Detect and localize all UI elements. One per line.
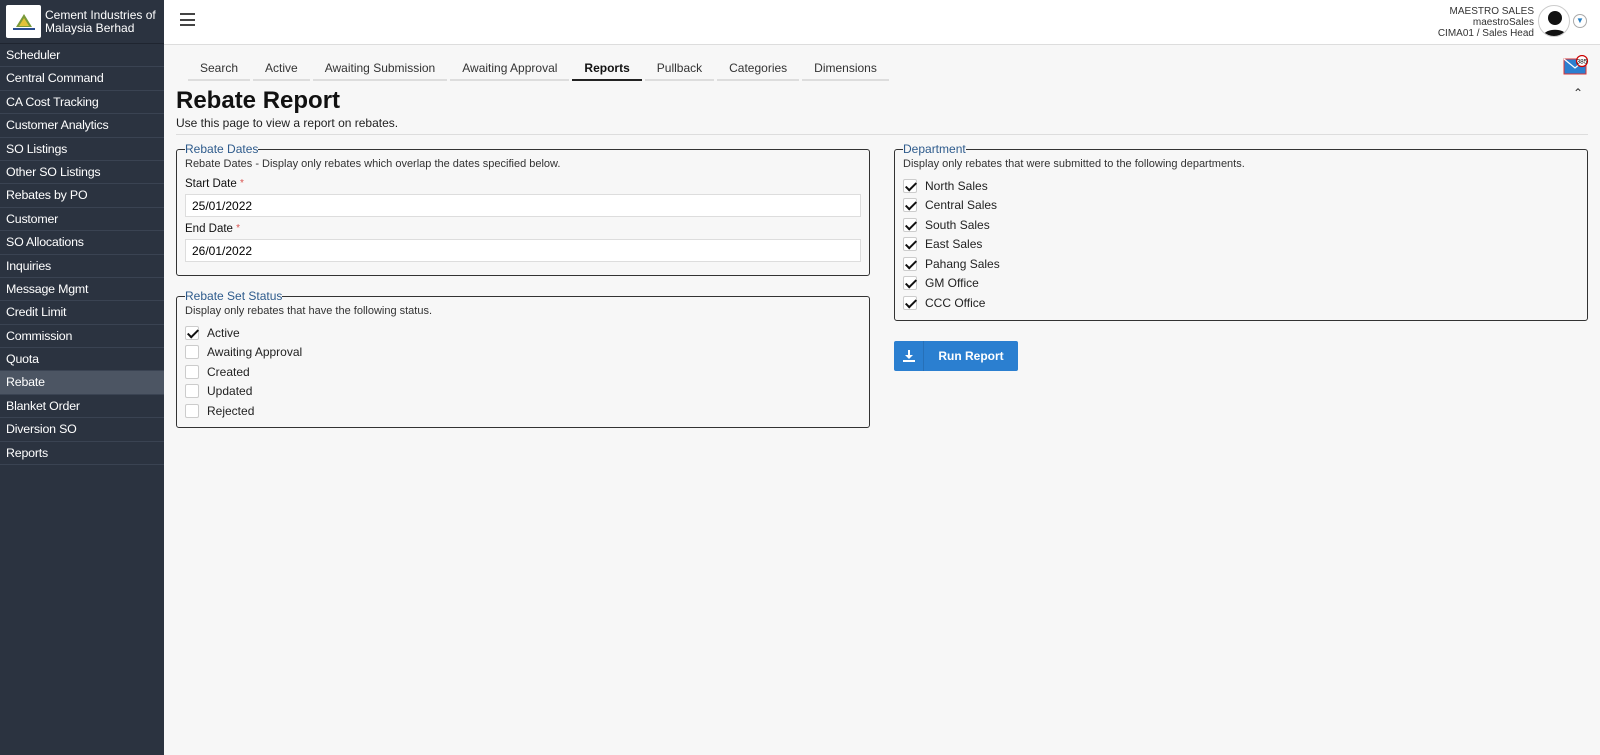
department-description: Display only rebates that were submitted…	[903, 158, 1245, 170]
tab-awaiting-approval[interactable]: Awaiting Approval	[450, 57, 570, 81]
department-checkbox[interactable]	[903, 217, 917, 232]
sidebar-item-scheduler[interactable]: Scheduler	[0, 44, 164, 68]
status-option-label: Updated	[207, 384, 253, 399]
run-report-button[interactable]: Run Report	[894, 341, 1018, 371]
department-checkbox[interactable]	[903, 276, 917, 291]
status-option-active[interactable]: Active	[185, 323, 861, 343]
divider	[176, 134, 1588, 135]
department-option-ccc-office[interactable]: CCC Office	[903, 293, 1579, 313]
rebate-dates-fieldset: Rebate Dates Rebate Dates - Display only…	[176, 142, 870, 276]
sidebar-item-credit-limit[interactable]: Credit Limit	[0, 301, 164, 325]
department-option-gm-office[interactable]: GM Office	[903, 274, 1579, 294]
department-checkbox[interactable]	[903, 256, 917, 271]
department-option-south-sales[interactable]: South Sales	[903, 215, 1579, 235]
status-option-created[interactable]: Created	[185, 362, 861, 382]
sidebar-item-so-allocations[interactable]: SO Allocations	[0, 231, 164, 255]
department-option-label: East Sales	[925, 237, 983, 252]
mail-icon[interactable]: 385	[1563, 54, 1589, 75]
report-tabs: Search Active Awaiting Submission Awaiti…	[188, 57, 892, 81]
rebate-dates-legend: Rebate Dates	[185, 142, 259, 156]
department-option-label: North Sales	[925, 178, 988, 193]
top-header: MAESTRO SALES maestroSales CIMA01 / Sale…	[164, 0, 1600, 45]
tab-categories[interactable]: Categories	[717, 57, 800, 81]
company-logo	[6, 5, 41, 38]
department-option-label: South Sales	[925, 217, 990, 232]
user-role: CIMA01 / Sales Head	[1437, 28, 1534, 39]
department-option-pahang-sales[interactable]: Pahang Sales	[903, 254, 1579, 274]
sidebar-item-other-so-listings[interactable]: Other SO Listings	[0, 161, 164, 185]
sidebar-item-so-listings[interactable]: SO Listings	[0, 138, 164, 161]
status-option-label: Awaiting Approval	[207, 345, 303, 360]
sidebar-item-rebates-by-po[interactable]: Rebates by PO	[0, 184, 164, 208]
sidebar-item-rebate[interactable]: Rebate	[0, 371, 164, 395]
department-fieldset: Department Display only rebates that wer…	[894, 142, 1588, 321]
sidebar-item-central-command[interactable]: Central Command	[0, 67, 164, 91]
user-menu-chevron-down-icon[interactable]: ▼	[1573, 14, 1587, 28]
start-date-input[interactable]	[185, 194, 861, 217]
menu-toggle-icon[interactable]	[180, 13, 195, 27]
tab-search[interactable]: Search	[188, 57, 251, 81]
sidebar-item-blanket-order[interactable]: Blanket Order	[0, 395, 164, 419]
department-checkbox[interactable]	[903, 198, 917, 213]
user-info: MAESTRO SALES maestroSales CIMA01 / Sale…	[1438, 6, 1534, 39]
download-icon	[894, 341, 924, 371]
status-option-label: Created	[207, 364, 250, 379]
status-checkbox[interactable]	[185, 364, 199, 379]
sidebar-item-ca-cost-tracking[interactable]: CA Cost Tracking	[0, 91, 164, 115]
sidebar-item-customer-analytics[interactable]: Customer Analytics	[0, 114, 164, 138]
department-option-label: GM Office	[925, 276, 979, 291]
department-checkbox[interactable]	[903, 237, 917, 252]
sidebar-item-message-mgmt[interactable]: Message Mgmt	[0, 278, 164, 302]
department-option-central-sales[interactable]: Central Sales	[903, 196, 1579, 216]
run-report-label: Run Report	[938, 349, 1004, 363]
start-date-label: Start Date *	[185, 178, 244, 190]
department-checkbox[interactable]	[903, 295, 917, 310]
collapse-chevron-up-icon[interactable]: ⌃	[1573, 86, 1583, 100]
tab-active[interactable]: Active	[253, 57, 310, 81]
rebate-status-fieldset: Rebate Set Status Display only rebates t…	[176, 289, 870, 428]
status-option-label: Active	[207, 325, 240, 340]
status-checkbox[interactable]	[185, 403, 199, 418]
department-option-label: Pahang Sales	[925, 256, 1000, 271]
department-option-east-sales[interactable]: East Sales	[903, 235, 1579, 255]
page-subtitle: Use this page to view a report on rebate…	[176, 116, 399, 130]
tab-pullback[interactable]: Pullback	[644, 57, 715, 81]
sidebar-item-diversion-so[interactable]: Diversion SO	[0, 418, 164, 442]
company-name: Cement Industries of Malaysia Berhad	[45, 7, 156, 35]
avatar[interactable]	[1538, 5, 1570, 37]
status-option-updated[interactable]: Updated	[185, 382, 861, 402]
status-checkbox[interactable]	[185, 325, 199, 340]
department-option-label: CCC Office	[925, 295, 986, 310]
rebate-dates-description: Rebate Dates - Display only rebates whic…	[185, 158, 561, 170]
end-date-label: End Date *	[185, 223, 241, 235]
sidebar-item-quota[interactable]: Quota	[0, 348, 164, 372]
tab-reports[interactable]: Reports	[572, 57, 642, 81]
mail-count-badge: 385	[1577, 59, 1588, 66]
brand[interactable]: Cement Industries of Malaysia Berhad	[0, 0, 164, 44]
page-title: Rebate Report	[176, 87, 341, 114]
user-login: maestroSales	[1472, 17, 1534, 28]
department-checkbox[interactable]	[903, 178, 917, 193]
sidebar-item-commission[interactable]: Commission	[0, 325, 164, 349]
status-option-awaiting-approval[interactable]: Awaiting Approval	[185, 343, 861, 363]
status-option-label: Rejected	[207, 403, 255, 418]
department-legend: Department	[903, 142, 966, 156]
user-name: MAESTRO SALES	[1449, 6, 1534, 17]
status-checkbox[interactable]	[185, 384, 199, 399]
status-checkbox[interactable]	[185, 345, 199, 360]
sidebar-item-reports[interactable]: Reports	[0, 442, 164, 466]
end-date-input[interactable]	[185, 239, 861, 262]
sidebar-item-inquiries[interactable]: Inquiries	[0, 255, 164, 278]
rebate-status-description: Display only rebates that have the follo…	[185, 305, 433, 317]
tab-awaiting-submission[interactable]: Awaiting Submission	[312, 57, 448, 81]
department-option-label: Central Sales	[925, 198, 998, 213]
status-option-rejected[interactable]: Rejected	[185, 401, 861, 421]
rebate-status-legend: Rebate Set Status	[185, 289, 283, 303]
department-option-north-sales[interactable]: North Sales	[903, 176, 1579, 196]
tab-dimensions[interactable]: Dimensions	[802, 57, 889, 81]
sidebar-item-customer[interactable]: Customer	[0, 208, 164, 232]
sidebar: Cement Industries of Malaysia Berhad Sch…	[0, 0, 164, 755]
